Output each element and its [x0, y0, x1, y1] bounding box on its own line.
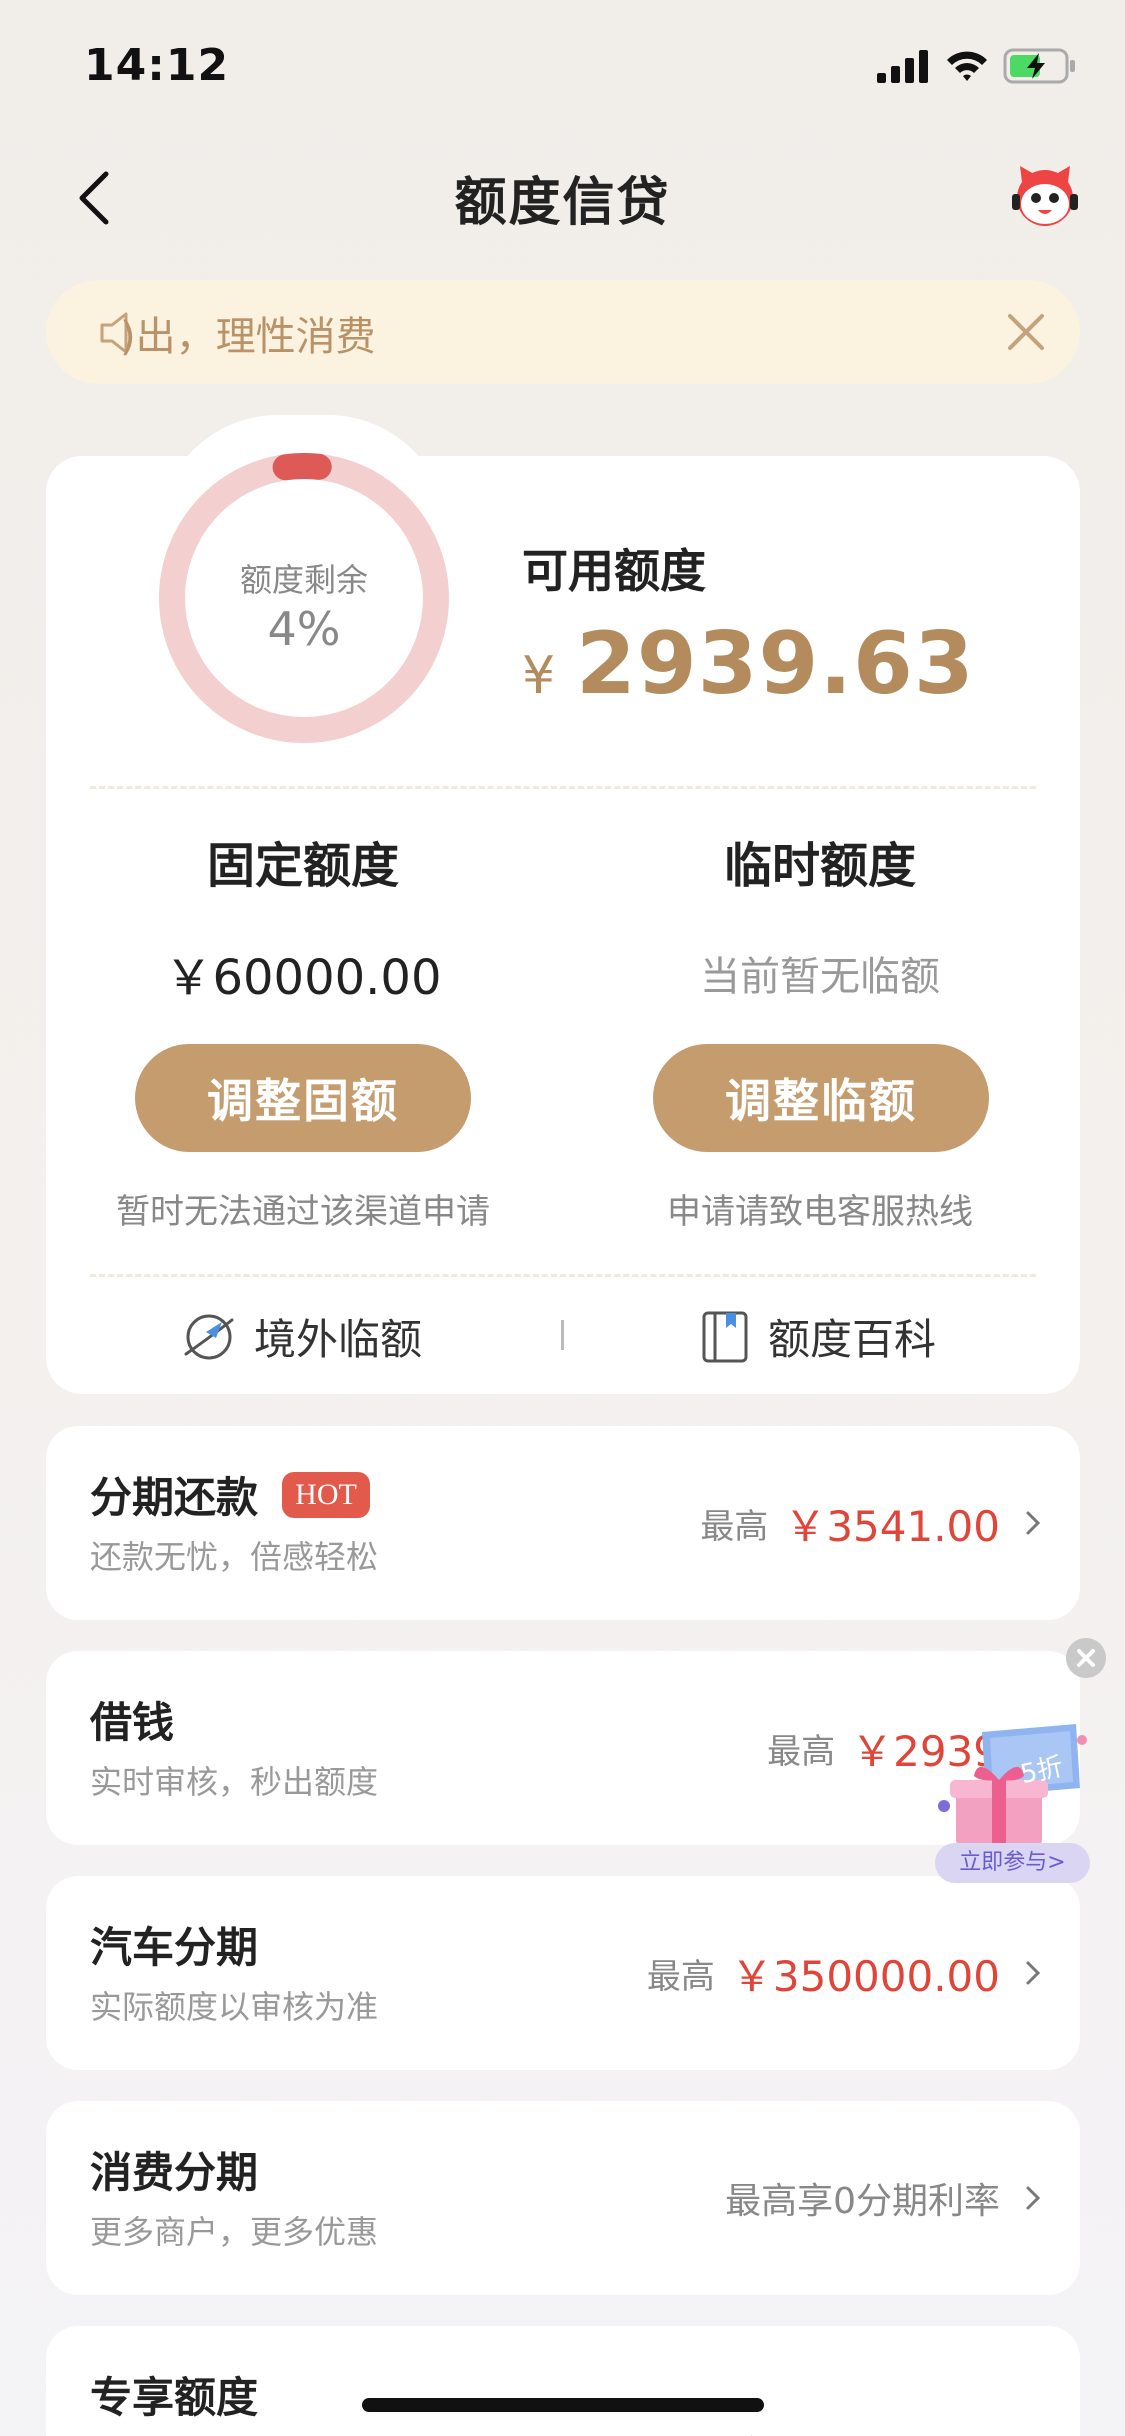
hot-badge: HOT	[282, 1472, 370, 1518]
plane-globe-icon	[184, 1314, 234, 1359]
row-amount: ￥3541.00	[784, 1501, 1000, 1551]
row-title: 汽车分期	[90, 1923, 259, 1972]
row-title: 分期还款	[90, 1473, 259, 1522]
divider	[90, 1274, 1036, 1277]
status-icons	[877, 48, 1077, 84]
available-credit-label: 可用额度	[522, 544, 706, 598]
currency-symbol: ¥	[522, 646, 556, 706]
row-title: 专享额度	[90, 2373, 259, 2422]
credit-wiki-link[interactable]: 额度百科	[700, 1306, 936, 1367]
adjust-temp-credit-button[interactable]: 调整临额	[653, 1044, 989, 1152]
temp-credit-title: 临时额度	[723, 838, 916, 894]
adjust-fixed-credit-button[interactable]: 调整固额	[135, 1044, 471, 1152]
row-subtitle: 更多商户，更多优惠	[90, 2213, 379, 2251]
fixed-credit-title: 固定额度	[206, 838, 399, 894]
row-title: 消费分期	[90, 2148, 259, 2197]
fixed-credit-value: ￥60000.00	[164, 950, 442, 1006]
status-time: 14:12	[84, 40, 230, 91]
chevron-right-icon	[1026, 2186, 1041, 2210]
row-subtitle: 实时审核，秒出额度	[90, 1763, 379, 1801]
credit-wiki-label: 额度百科	[768, 1315, 937, 1364]
available-credit-amount: 2939.63	[576, 614, 975, 714]
ring-label: 额度剩余	[239, 561, 368, 599]
close-icon[interactable]	[1004, 310, 1048, 354]
fixed-credit-note: 暂时无法通过该渠道申请	[116, 1192, 490, 1232]
page-title: 额度信贷	[454, 173, 671, 233]
overseas-temp-credit-link[interactable]: 境外临额	[182, 1306, 422, 1367]
row-promo-text: 最高￥300000.00	[697, 2425, 1000, 2436]
chevron-right-icon	[1026, 1511, 1041, 1535]
link-separator	[561, 1320, 564, 1350]
product-row-borrow[interactable]: 借钱 实时审核，秒出额度 最高 ￥2939	[46, 1651, 1080, 1845]
row-prefix: 最高	[646, 1956, 715, 1997]
temp-credit-note: 申请请致电客服热线	[667, 1192, 973, 1232]
product-row-installment-repay[interactable]: 分期还款 HOT 还款无忧，倍感轻松 最高 ￥3541.00	[46, 1426, 1080, 1620]
row-subtitle: 实际额度以审核为准	[90, 1988, 379, 2026]
wifi-icon	[947, 51, 987, 81]
row-amount: ￥350000.00	[730, 1951, 1000, 2001]
divider	[90, 786, 1036, 789]
cellular-signal-icon	[877, 50, 928, 83]
battery-charging-icon	[1003, 48, 1075, 84]
book-icon	[702, 1311, 748, 1362]
ring-percent: 4%	[267, 602, 341, 656]
promo-join-label[interactable]: 立即参与>	[935, 1843, 1090, 1883]
row-prefix: 最高	[767, 1731, 836, 1772]
notice-text: )出，理性消费	[120, 314, 376, 360]
home-indicator	[362, 2398, 764, 2412]
product-row-exclusive-credit[interactable]: 专享额度 最高￥300000.00	[46, 2326, 1080, 2436]
product-row-car-installment[interactable]: 汽车分期 实际额度以审核为准 最高 ￥350000.00	[46, 1876, 1080, 2070]
temp-credit-value: 当前暂无临额	[700, 954, 940, 1000]
chevron-right-icon	[1026, 1961, 1041, 1985]
row-promo-text: 最高享0分期利率	[725, 2181, 1000, 2222]
row-subtitle: 还款无忧，倍感轻松	[90, 1538, 379, 1576]
row-prefix: 最高	[700, 1506, 769, 1547]
mascot-avatar-icon[interactable]	[1008, 160, 1082, 234]
product-row-consumer-installment[interactable]: 消费分期 更多商户，更多优惠 最高享0分期利率	[46, 2101, 1080, 2295]
overseas-temp-credit-label: 境外临额	[254, 1315, 423, 1364]
row-title: 借钱	[90, 1698, 175, 1747]
promo-close-icon[interactable]	[1066, 1638, 1106, 1678]
